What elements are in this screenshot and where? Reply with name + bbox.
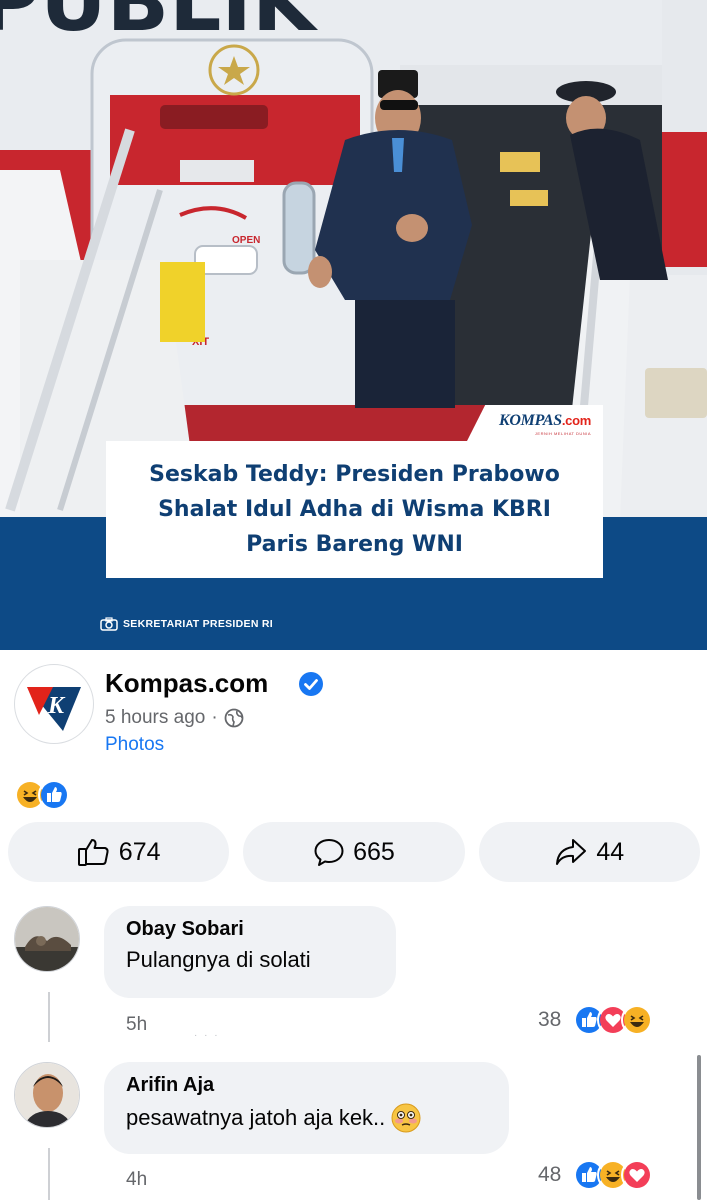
haha-reaction-icon <box>621 1004 654 1036</box>
thread-dots: · · · <box>194 1030 220 1041</box>
comment-button[interactable]: 665 <box>243 822 465 882</box>
comment-avatar[interactable] <box>14 906 80 972</box>
thread-line <box>48 1148 50 1200</box>
comment-time[interactable]: 4h <box>126 1169 147 1191</box>
photo-credit-text: SEKRETARIAT PRESIDEN RI <box>123 618 274 630</box>
photo-credit: SEKRETARIAT PRESIDEN RI <box>100 617 273 631</box>
comment-author[interactable]: Obay Sobari <box>126 918 374 941</box>
avatar-photo <box>15 907 79 971</box>
comment-reaction-count: 48 <box>538 1163 562 1186</box>
page-name[interactable]: Kompas.com <box>105 668 268 699</box>
comment-bubble-icon <box>314 839 344 866</box>
page-avatar[interactable]: K <box>14 664 94 744</box>
kompas-tagline: JERNIH MELIHAT DUNIA <box>534 431 591 436</box>
flushed-face-emoji <box>391 1103 421 1133</box>
post-photo[interactable]: OPEN XIT PUBLIK <box>0 0 707 650</box>
kompas-logo: KOMPAS.com <box>499 412 591 429</box>
camera-icon <box>100 617 118 631</box>
thumbs-up-icon <box>77 839 109 866</box>
like-reaction-icon <box>38 779 70 811</box>
comment-time[interactable]: 5h <box>126 1014 147 1036</box>
reactions-summary[interactable] <box>14 779 70 811</box>
comment-reaction-count: 38 <box>538 1008 562 1031</box>
post-meta: 5 hours ago · <box>105 707 244 729</box>
share-button[interactable]: 44 <box>478 822 700 882</box>
like-button[interactable]: 674 <box>8 822 230 882</box>
comment-bubble[interactable]: Arifin Aja pesawatnya jatoh aja kek.. <box>104 1062 509 1154</box>
avatar-photo <box>15 1063 79 1127</box>
headline-card: Seskab Teddy: Presiden Prabowo Shalat Id… <box>106 441 603 578</box>
globe-icon <box>224 708 244 728</box>
svg-text:OPEN: OPEN <box>232 235 260 246</box>
like-count: 674 <box>118 837 161 866</box>
love-reaction-icon <box>621 1159 654 1191</box>
kompas-watermark: KOMPAS.com JERNIH MELIHAT DUNIA <box>466 405 603 443</box>
thread-line <box>48 992 50 1042</box>
post-actions: 674 665 44 <box>8 822 700 882</box>
meta-separator: · <box>211 707 218 728</box>
svg-text:PUBLIK: PUBLIK <box>0 0 319 50</box>
comment-bubble[interactable]: Obay Sobari Pulangnya di solati <box>104 906 396 998</box>
comment-count: 665 <box>353 837 395 866</box>
verified-badge-icon <box>299 672 323 696</box>
news-headline: Seskab Teddy: Presiden Prabowo Shalat Id… <box>149 462 560 557</box>
comment-text: Pulangnya di solati <box>126 947 311 972</box>
kompas-k-logo-icon: K <box>27 687 81 731</box>
svg-text:K: K <box>47 693 66 719</box>
comment-reactions[interactable]: 38 <box>538 1004 654 1036</box>
comment-avatar[interactable] <box>14 1062 80 1128</box>
post-time[interactable]: 5 hours ago <box>105 707 205 729</box>
comment-author[interactable]: Arifin Aja <box>126 1074 487 1097</box>
photos-link[interactable]: Photos <box>105 734 164 756</box>
comment-reactions[interactable]: 48 <box>538 1159 654 1191</box>
scrollbar[interactable] <box>697 1055 701 1200</box>
comment-text: pesawatnya jatoh aja kek.. <box>126 1103 487 1133</box>
share-arrow-icon <box>556 839 587 865</box>
share-count: 44 <box>596 837 625 866</box>
